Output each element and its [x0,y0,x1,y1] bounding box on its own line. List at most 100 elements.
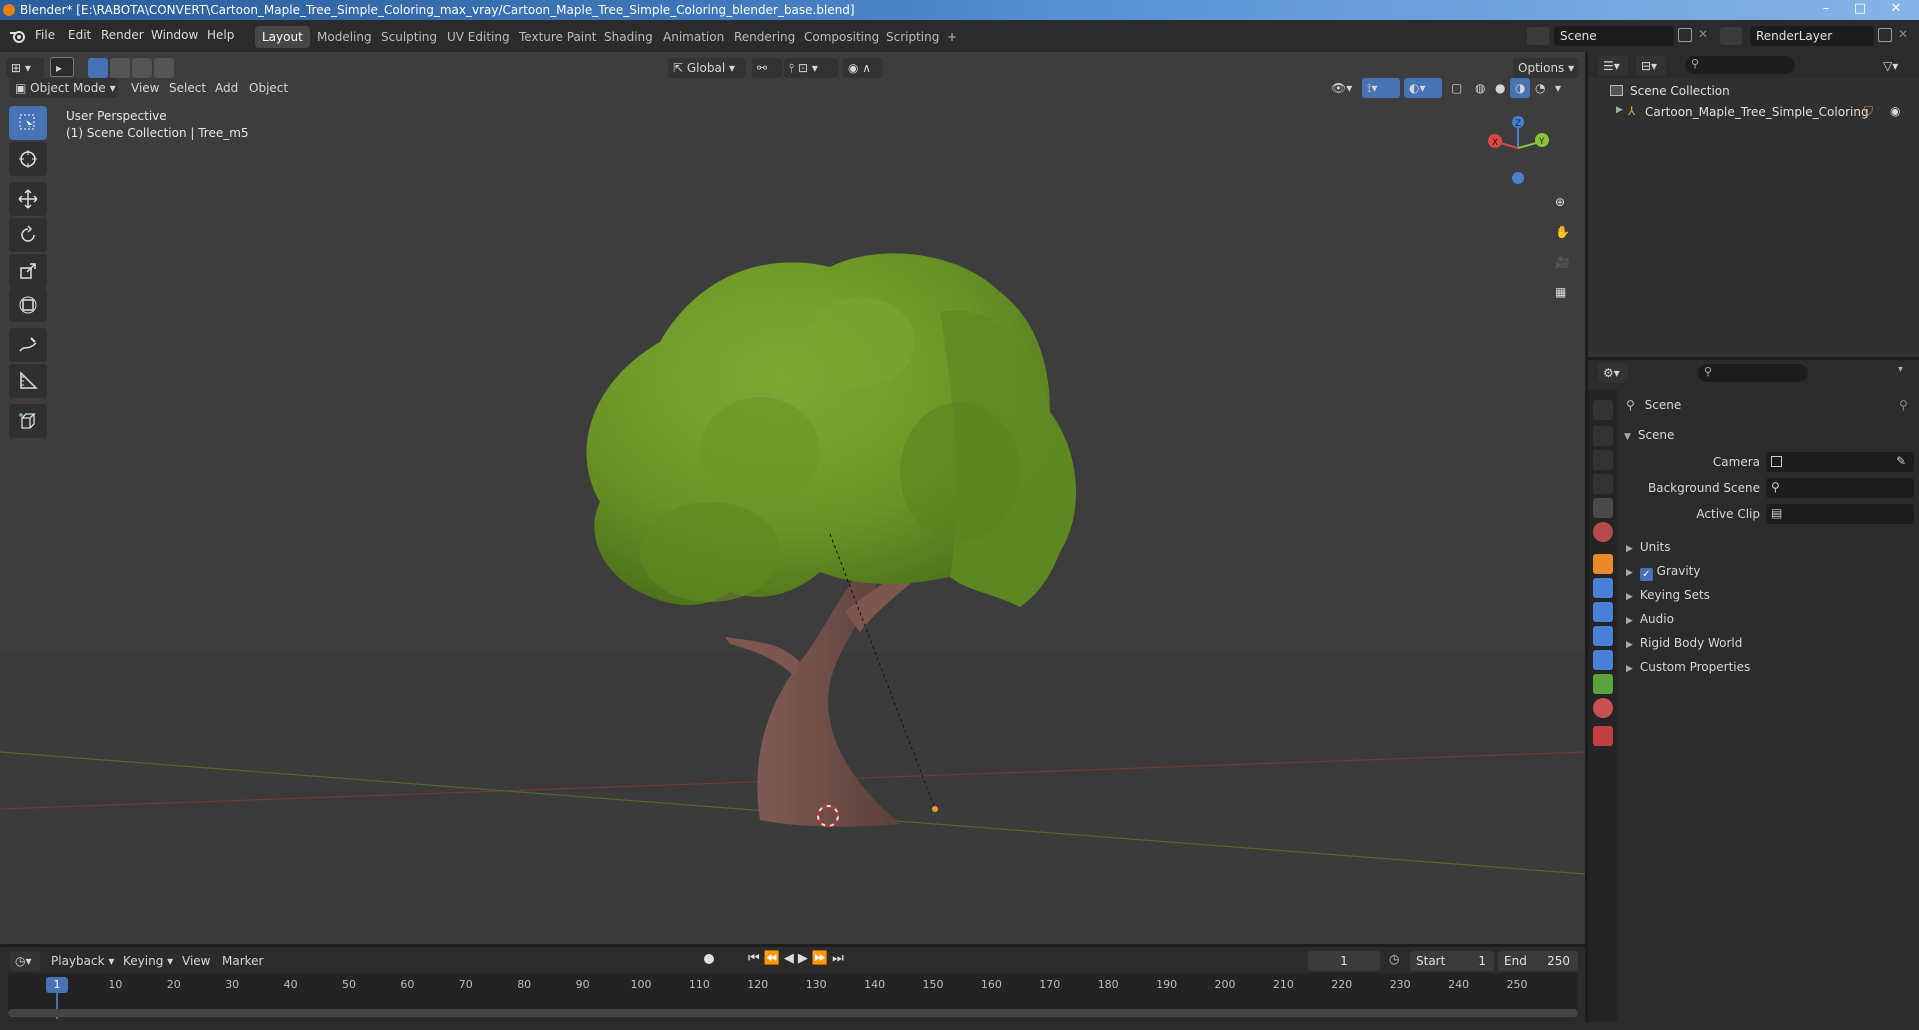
shading-options-icon[interactable]: ▾ [1550,78,1566,98]
tab-animation[interactable]: Animation [656,26,731,48]
menu-render[interactable]: Render [101,28,144,42]
tab-texture-paint[interactable]: Texture Paint [512,26,603,48]
eyedropper-icon[interactable]: ✎ [1896,454,1906,468]
navigation-gizmo[interactable]: Z Y X [1488,110,1558,190]
viewport-menu-add[interactable]: Add [210,78,243,98]
select-box-invert-icon[interactable] [154,58,174,78]
add-workspace-button[interactable]: + [940,26,964,48]
scene-field[interactable]: Scene [1554,26,1674,46]
tool-rotate[interactable] [9,218,47,252]
physics-tab-icon[interactable] [1593,626,1613,646]
shading-wireframe-icon[interactable]: ◍ [1470,78,1490,98]
background-scene-field[interactable]: ⚲ [1766,478,1914,498]
mode-dropdown[interactable]: ▣ Object Mode ▾ [10,78,118,98]
tab-rendering[interactable]: Rendering [727,26,802,48]
pin-icon[interactable]: ⚲ [1899,398,1908,412]
object-tab-icon[interactable] [1593,554,1613,574]
timeline-scrollbar[interactable] [8,1009,1578,1017]
blender-menu-icon[interactable] [9,28,27,44]
tab-modeling[interactable]: Modeling [310,26,379,48]
tab-layout[interactable]: Layout [255,26,310,48]
shading-material-icon[interactable]: ◑ [1510,78,1530,98]
3d-viewport[interactable]: ⊞ ▾ ▸ ⇱ Global ▾ ⚯ ⫯ ⊡ ▾ ◉ ∧ Options ▾ ▣… [0,52,1585,944]
scene-panel-header[interactable]: ▼ Scene [1624,428,1914,450]
tool-tab-icon[interactable] [1593,400,1613,420]
viewport-menu-object[interactable]: Object [244,78,293,98]
editor-type-icon[interactable]: ⊞ ▾ [6,58,44,78]
menu-help[interactable]: Help [207,28,234,42]
tool-move[interactable] [9,182,47,216]
shading-rendered-icon[interactable]: ◔ [1530,78,1550,98]
select-box-extend-icon[interactable] [110,58,130,78]
new-scene-icon[interactable] [1678,28,1692,42]
zoom-button[interactable]: ⊕ [1548,190,1576,218]
scene-browse-icon[interactable] [1527,27,1549,45]
particles-tab-icon[interactable] [1593,602,1613,622]
delete-scene-icon[interactable]: ✕ [1698,27,1708,41]
ortho-toggle-button[interactable]: ▦ [1548,280,1576,308]
tab-shading[interactable]: Shading [597,26,660,48]
delete-view-layer-icon[interactable]: ✕ [1898,27,1908,41]
minimize-button[interactable]: – [1812,0,1840,20]
constraints-tab-icon[interactable] [1593,650,1613,670]
eye-icon[interactable]: ◉ [1890,104,1900,118]
tool-add-cube[interactable] [9,404,47,438]
subpanel-units[interactable]: ▶ Units [1626,540,1671,554]
shading-solid-icon[interactable]: ● [1490,78,1510,98]
xray-icon[interactable]: ▢ [1446,78,1466,98]
modifier-tab-icon[interactable] [1593,578,1613,598]
tab-uv-editing[interactable]: UV Editing [440,26,517,48]
subpanel-custom-properties[interactable]: ▶ Custom Properties [1626,660,1750,674]
menu-edit[interactable]: Edit [68,28,91,42]
pan-button[interactable]: ✋ [1548,220,1576,248]
overlay-toggle-icon[interactable]: ◐▾ [1404,78,1442,98]
subpanel-audio[interactable]: ▶ Audio [1626,612,1674,626]
data-tab-icon[interactable] [1593,674,1613,694]
select-box-new-icon[interactable] [88,58,108,78]
viewport-menu-view[interactable]: View [126,78,164,98]
outliner-editor-type-icon[interactable]: ☰▾ [1598,56,1628,76]
tool-transform[interactable] [9,288,47,322]
outliner-item-row[interactable]: ▶ ⅄ Cartoon_Maple_Tree_Simple_Coloring ⛉… [1616,104,1916,122]
tab-compositing[interactable]: Compositing [797,26,886,48]
display-mode-icon[interactable]: ⊟▾ [1636,56,1666,76]
gizmo-toggle-icon[interactable]: ⟟▾ [1362,78,1400,98]
tool-annotate[interactable] [9,328,47,362]
select-box-subtract-icon[interactable] [132,58,152,78]
options-dropdown[interactable]: Options ▾ [1513,58,1580,78]
new-view-layer-icon[interactable] [1878,28,1892,42]
properties-editor-type-icon[interactable]: ⚙▾ [1598,363,1628,383]
tool-scale[interactable] [9,254,47,288]
tab-sculpting[interactable]: Sculpting [374,26,444,48]
visibility-icon[interactable]: 👁▾ [1326,78,1358,98]
camera-field[interactable]: ✎ [1766,452,1914,472]
texture-tab-icon[interactable] [1593,726,1613,746]
subpanel-keying-sets[interactable]: ▶ Keying Sets [1626,588,1710,602]
world-tab-icon[interactable] [1593,522,1613,542]
material-tab-icon[interactable] [1593,698,1613,718]
properties-options-icon[interactable]: ▾ [1898,364,1903,375]
viewport-menu-select[interactable]: Select [164,78,211,98]
select-mode-icon[interactable]: ▸ [50,57,74,77]
pivot-icon[interactable]: ⚯ [752,58,782,78]
expand-arrow-icon[interactable]: ▶ [1616,105,1623,115]
properties-search-input[interactable]: ⚲ [1698,364,1808,382]
view-layer-browse-icon[interactable] [1720,27,1742,45]
close-button[interactable]: ✕ [1882,0,1910,20]
render-tab-icon[interactable] [1593,426,1613,446]
tool-cursor[interactable] [9,142,47,176]
gravity-checkbox[interactable]: ✓ [1639,568,1653,581]
outliner-search-input[interactable]: ⚲ [1685,56,1795,74]
menu-file[interactable]: File [35,28,55,42]
maximize-button[interactable]: □ [1846,0,1874,20]
subpanel-gravity[interactable]: ▶ ✓ Gravity [1626,564,1700,581]
snap-icon[interactable]: ⫯ ⊡ ▾ [784,58,838,78]
tab-scripting[interactable]: Scripting [879,26,946,48]
transform-orientation-dropdown[interactable]: ⇱ Global ▾ [668,58,746,78]
proportional-editing-icon[interactable]: ◉ ∧ [843,58,883,78]
active-clip-field[interactable]: ▤ [1766,504,1914,524]
render-layer-field[interactable]: RenderLayer [1750,26,1874,46]
camera-view-button[interactable]: 🎥 [1548,250,1576,278]
menu-window[interactable]: Window [151,28,198,42]
tool-measure[interactable] [9,364,47,398]
